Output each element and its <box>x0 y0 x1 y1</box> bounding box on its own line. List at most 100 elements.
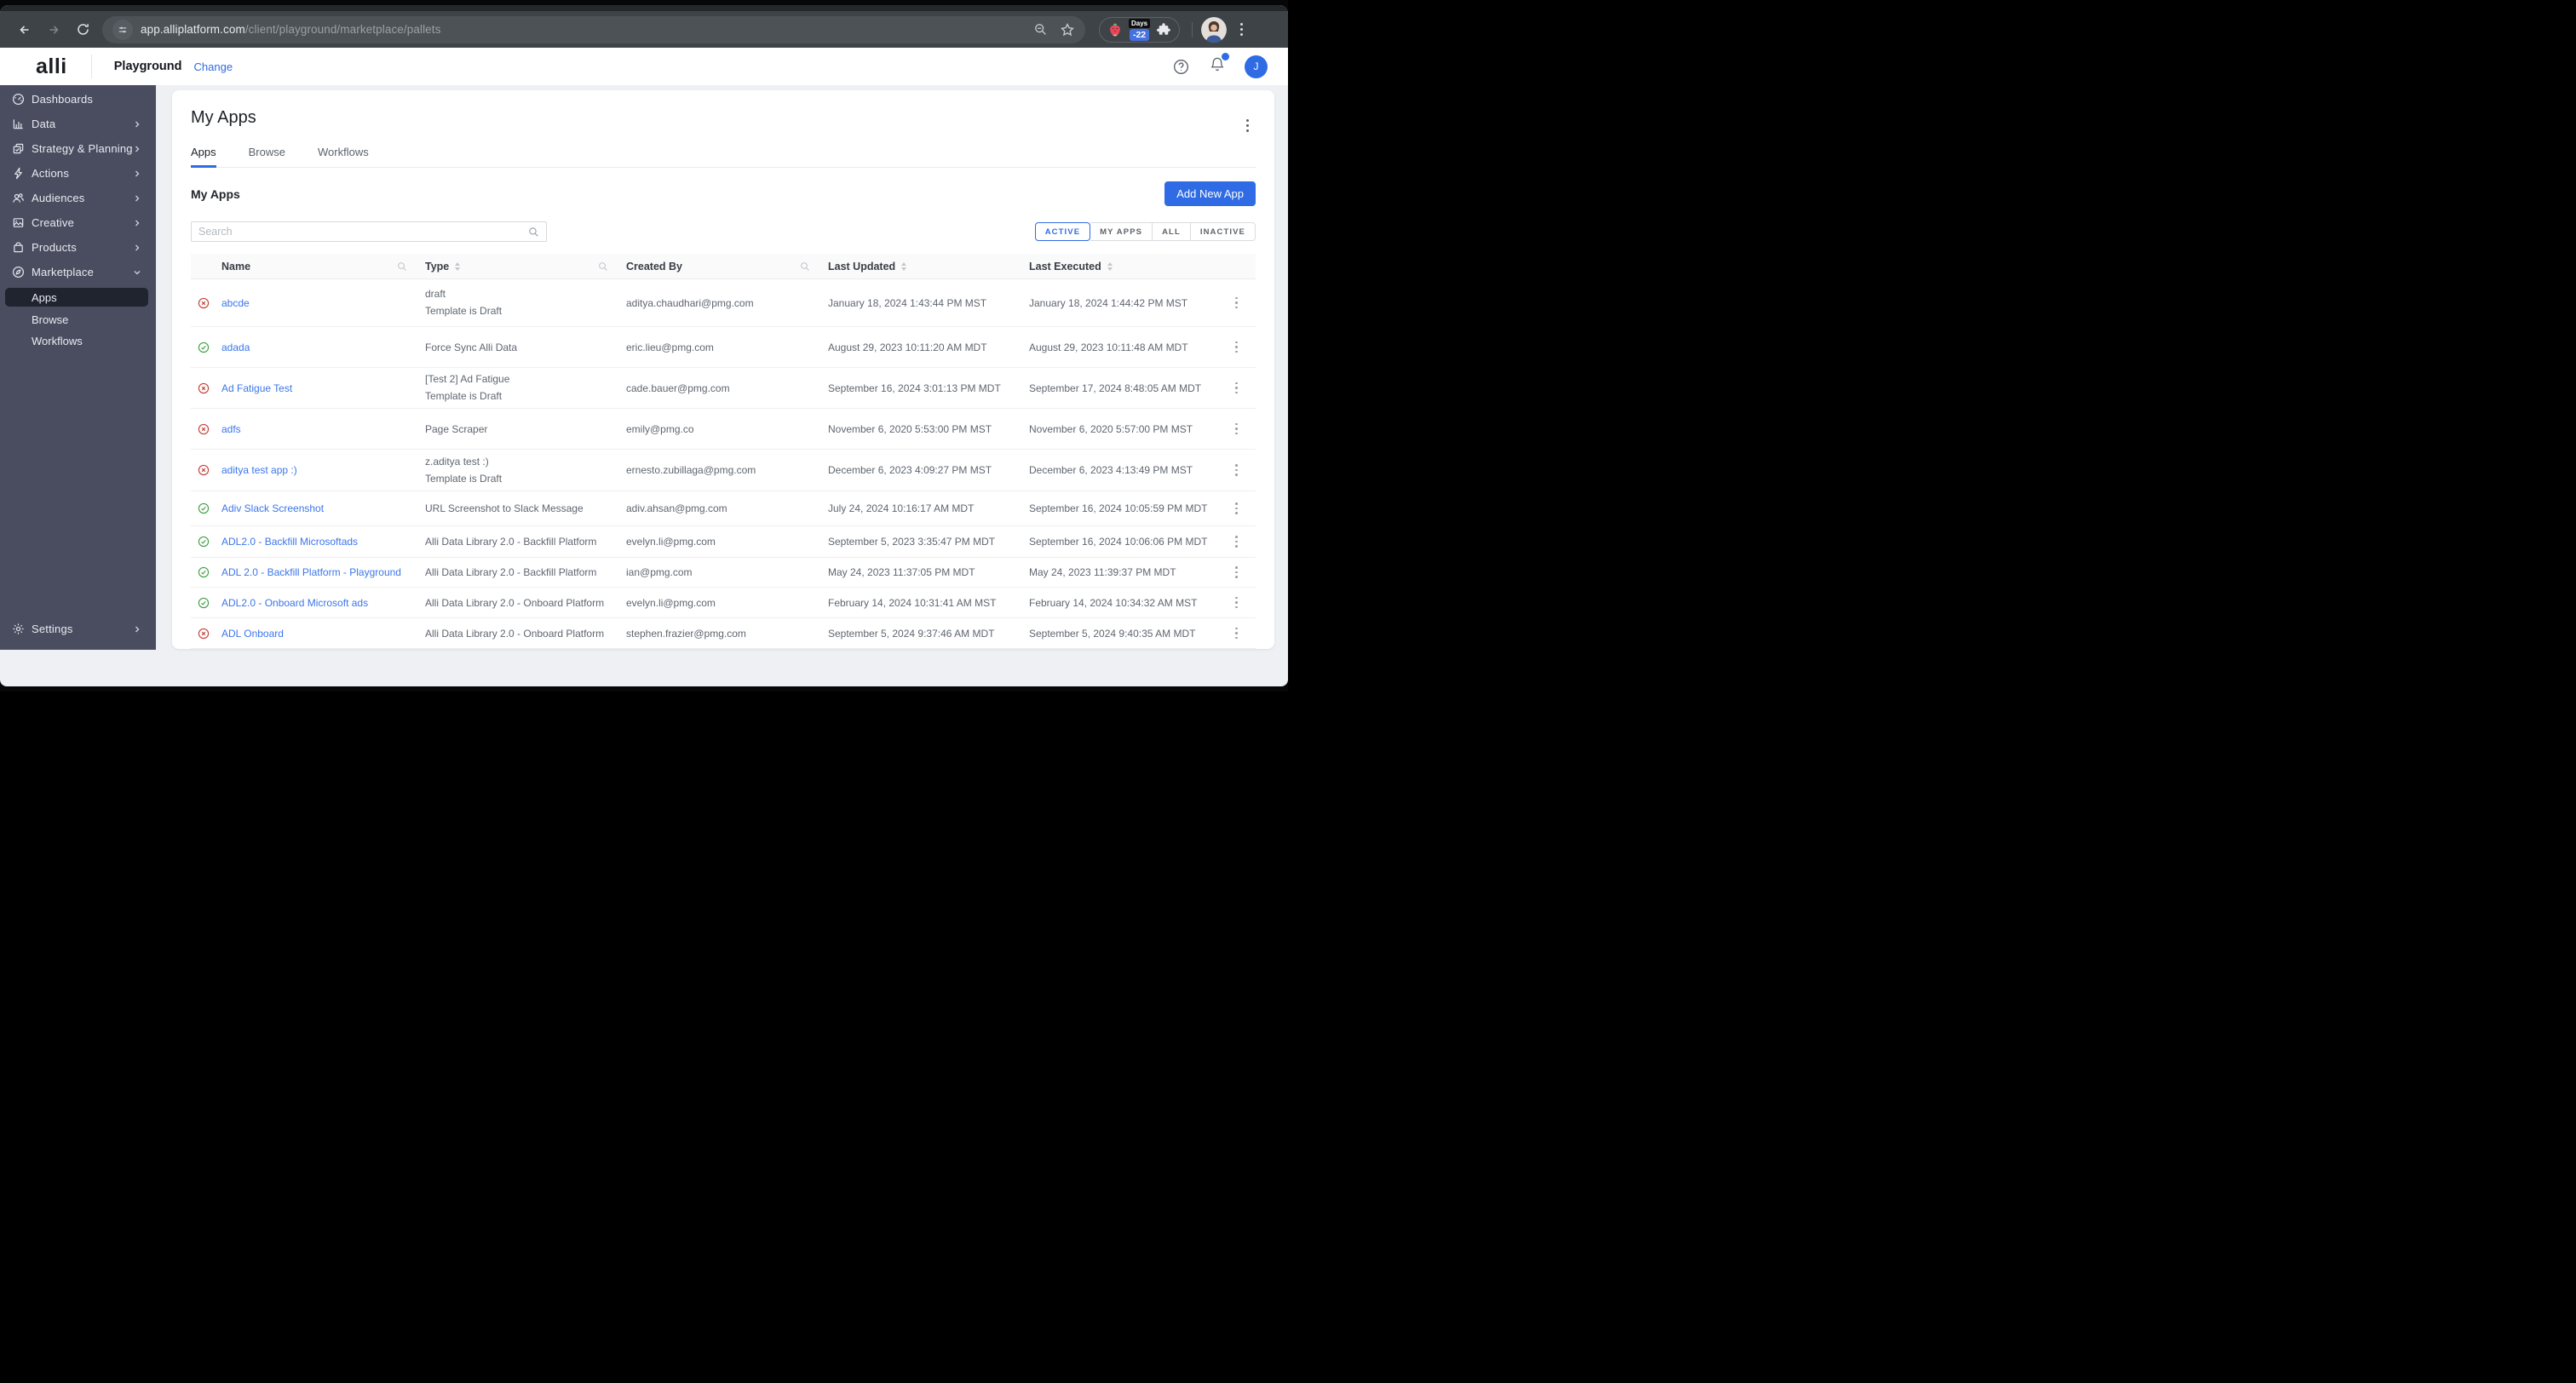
sidebar-item-actions[interactable]: Actions <box>0 161 156 186</box>
row-menu-kebab-icon[interactable] <box>1231 293 1242 313</box>
app-name-link[interactable]: Ad Fatigue Test <box>221 382 292 394</box>
section-title: My Apps <box>191 187 240 201</box>
created-by: evelyn.li@pmg.com <box>626 536 716 548</box>
back-icon[interactable] <box>10 15 39 44</box>
row-menu-kebab-icon[interactable] <box>1231 378 1242 399</box>
filter-active[interactable]: ACTIVE <box>1034 222 1091 241</box>
extensions-pill[interactable]: Days -22 <box>1099 16 1181 43</box>
table-row: ADL2.0 - Onboard Microsoft ads Alli Data… <box>191 588 1256 618</box>
sidebar-item-audiences[interactable]: Audiences <box>0 186 156 210</box>
row-menu-kebab-icon[interactable] <box>1231 498 1242 519</box>
app-name-link[interactable]: ADL2.0 - Onboard Microsoft ads <box>221 597 368 609</box>
filter-inactive[interactable]: INACTIVE <box>1190 222 1256 241</box>
forward-icon[interactable] <box>39 15 68 44</box>
last-executed: December 6, 2023 4:13:49 PM MST <box>1029 464 1193 476</box>
created-by: emily@pmg.co <box>626 422 694 435</box>
row-menu-kebab-icon[interactable] <box>1231 531 1242 552</box>
tab-apps[interactable]: Apps <box>191 146 216 168</box>
app-header: alli Playground Change J <box>0 48 1288 85</box>
column-header-type[interactable]: Type <box>417 261 618 273</box>
search-box[interactable] <box>191 221 547 242</box>
sidebar-item-products[interactable]: Products <box>0 235 156 260</box>
main-content: My Apps Apps Browse Workflows My Apps Ad… <box>156 85 1288 650</box>
tab-workflows[interactable]: Workflows <box>318 146 369 167</box>
tune-icon[interactable] <box>112 19 133 40</box>
column-search-icon[interactable] <box>598 261 608 272</box>
column-search-icon[interactable] <box>397 261 407 272</box>
last-updated: July 24, 2024 10:16:17 AM MDT <box>828 502 975 514</box>
browser-menu-kebab-icon[interactable] <box>1235 18 1248 41</box>
app-name-link[interactable]: adfs <box>221 423 241 435</box>
profile-avatar[interactable] <box>1201 16 1228 43</box>
user-avatar[interactable]: J <box>1245 55 1268 78</box>
app-name-link[interactable]: ADL2.0 - Backfill Microsoftads <box>221 536 358 548</box>
sidebar-subitem-workflows[interactable]: Workflows <box>0 330 156 352</box>
column-header-created-by[interactable]: Created By <box>618 261 820 273</box>
search-input[interactable] <box>198 226 528 238</box>
card-menu-kebab-icon[interactable] <box>1243 116 1252 135</box>
bag-icon <box>12 241 25 254</box>
browser-window: app.alliplatform.com/client/playground/m… <box>0 5 1288 686</box>
sidebar-items: Dashboards Data Strategy & Planning Acti… <box>0 87 156 284</box>
sidebar-item-data[interactable]: Data <box>0 112 156 136</box>
zoom-out-icon[interactable] <box>1033 22 1048 37</box>
row-menu-kebab-icon[interactable] <box>1231 593 1242 613</box>
bookmark-star-icon[interactable] <box>1060 22 1075 37</box>
url-text[interactable]: app.alliplatform.com/client/playground/m… <box>141 23 1026 36</box>
filter-group: ACTIVE MY APPS ALL INACTIVE <box>1034 222 1256 241</box>
screen: app.alliplatform.com/client/playground/m… <box>0 0 1288 692</box>
sort-icon[interactable] <box>455 261 461 271</box>
add-new-app-button[interactable]: Add New App <box>1164 181 1256 206</box>
browser-tabstrip <box>0 5 1288 11</box>
sidebar-item-marketplace[interactable]: Marketplace <box>0 260 156 284</box>
my-apps-card: My Apps Apps Browse Workflows My Apps Ad… <box>172 90 1274 649</box>
app-name-link[interactable]: adada <box>221 341 250 353</box>
header-divider <box>90 55 92 78</box>
app-name-link[interactable]: ADL 2.0 - Backfill Platform - Playground <box>221 566 401 578</box>
app-type: Alli Data Library 2.0 - Onboard Platform <box>425 627 605 640</box>
change-client-link[interactable]: Change <box>194 60 233 73</box>
column-search-icon[interactable] <box>800 261 810 272</box>
app-type: URL Screenshot to Slack Message <box>425 502 584 514</box>
client-name: Playground <box>113 60 182 73</box>
compass-icon <box>12 266 25 278</box>
sort-icon[interactable] <box>901 261 907 271</box>
status-ok-icon <box>191 536 216 548</box>
last-executed: September 5, 2024 9:40:35 AM MDT <box>1029 627 1196 640</box>
column-header-name[interactable]: Name <box>216 261 417 273</box>
app-name-link[interactable]: ADL Onboard <box>221 628 284 640</box>
status-error-icon <box>191 628 216 640</box>
column-header-last-executed[interactable]: Last Executed <box>1021 261 1217 273</box>
notifications-bell-icon[interactable] <box>1209 53 1229 77</box>
sort-icon[interactable] <box>1107 261 1113 271</box>
sidebar-subitem-browse[interactable]: Browse <box>0 309 156 330</box>
help-icon[interactable] <box>1172 58 1190 76</box>
lightning-icon <box>12 167 25 180</box>
sidebar-item-settings[interactable]: Settings <box>0 617 156 641</box>
row-menu-kebab-icon[interactable] <box>1231 623 1242 644</box>
row-menu-kebab-icon[interactable] <box>1231 562 1242 582</box>
address-bar[interactable]: app.alliplatform.com/client/playground/m… <box>102 15 1085 43</box>
column-header-last-updated[interactable]: Last Updated <box>820 261 1021 273</box>
last-updated: December 6, 2023 4:09:27 PM MST <box>828 464 992 476</box>
sidebar-item-strategy-planning[interactable]: Strategy & Planning <box>0 136 156 161</box>
reload-icon[interactable] <box>68 15 97 44</box>
table-row: Ad Fatigue Test [Test 2] Ad Fatigue Templ… <box>191 368 1256 409</box>
last-updated: February 14, 2024 10:31:41 AM MST <box>828 596 997 609</box>
puzzle-icon[interactable] <box>1156 22 1171 37</box>
filter-all[interactable]: ALL <box>1153 222 1191 241</box>
row-menu-kebab-icon[interactable] <box>1231 460 1242 480</box>
sidebar-item-creative[interactable]: Creative <box>0 210 156 235</box>
filter-my-apps[interactable]: MY APPS <box>1090 222 1153 241</box>
app-name-link[interactable]: Adiv Slack Screenshot <box>221 502 324 514</box>
row-menu-kebab-icon[interactable] <box>1231 419 1242 439</box>
tab-browse[interactable]: Browse <box>249 146 285 167</box>
sidebar-subitem-apps[interactable]: Apps <box>5 288 148 307</box>
row-menu-kebab-icon[interactable] <box>1231 337 1242 358</box>
people-icon <box>12 192 25 204</box>
app-name-link[interactable]: aditya test app :) <box>221 464 297 476</box>
last-updated: September 5, 2024 9:37:46 AM MDT <box>828 627 995 640</box>
app-name-link[interactable]: abcde <box>221 297 250 309</box>
chevron-right-icon <box>135 195 140 201</box>
sidebar-item-dashboards[interactable]: Dashboards <box>0 87 156 112</box>
